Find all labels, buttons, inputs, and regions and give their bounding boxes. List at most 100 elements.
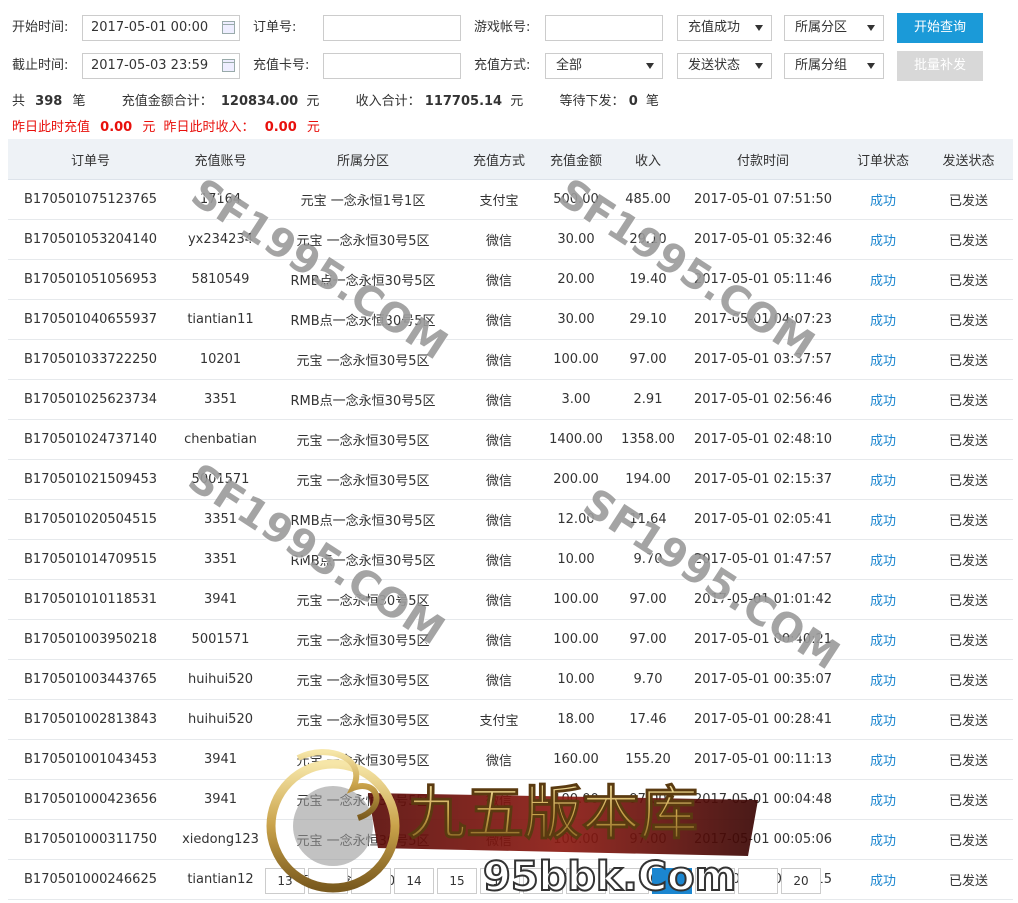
pay-time-cell: 2017-05-01 02:56:46 xyxy=(684,379,842,420)
batch-resend-button[interactable]: 批量补发 xyxy=(897,51,983,81)
page-button[interactable] xyxy=(652,868,692,894)
order-status-link[interactable]: 成功 xyxy=(842,539,924,580)
send-status-cell: 已发送 xyxy=(924,819,1013,860)
send-status-cell: 已发送 xyxy=(924,659,1013,700)
order-status-link[interactable]: 成功 xyxy=(842,499,924,540)
order-number-cell: B170501000311750 xyxy=(8,819,173,860)
column-header: 所属分区 xyxy=(268,139,458,180)
amount-cell: 100.00 xyxy=(540,819,612,860)
order-status-link[interactable]: 成功 xyxy=(842,579,924,620)
start-time-input[interactable]: 2017-05-01 00:00 xyxy=(82,15,240,41)
send-status-cell: 已发送 xyxy=(924,499,1013,540)
income-cell: 97.00 xyxy=(612,819,684,860)
game-account-label: 游戏帐号: xyxy=(474,20,531,35)
card-number-input[interactable] xyxy=(323,53,461,79)
recharge-status-select[interactable]: 充值成功 xyxy=(677,15,772,41)
income-cell: 97.00 xyxy=(612,619,684,660)
income-cell: 19.40 xyxy=(612,259,684,300)
send-status-value: 发送状态 xyxy=(688,58,741,73)
page-button[interactable] xyxy=(738,868,778,894)
order-status-link[interactable]: 成功 xyxy=(842,859,924,900)
order-status-link[interactable]: 成功 xyxy=(842,659,924,700)
pay-time-cell: 2017-05-01 02:05:41 xyxy=(684,499,842,540)
account-cell: 10201 xyxy=(173,339,268,380)
income-unit: 元 xyxy=(510,94,524,109)
amount-cell: 30.00 xyxy=(540,299,612,340)
table-header-row: 订单号 充值账号 所属分区 充值方式 充值金额 收入 付款时间 订单状态 发送状态 xyxy=(8,139,1013,180)
page-button[interactable] xyxy=(566,868,606,894)
order-number-label: 订单号: xyxy=(253,20,297,35)
table-body: B170501075123765 17164 元宝 一念永恒1号1区 支付宝 500.0… xyxy=(8,179,1013,900)
zone-select[interactable]: 所属分区 xyxy=(784,15,884,41)
end-time-value: 2017-05-03 23:59 xyxy=(91,58,209,73)
send-status-cell: 已发送 xyxy=(924,419,1013,460)
order-status-link[interactable]: 成功 xyxy=(842,459,924,500)
order-status-link[interactable]: 成功 xyxy=(842,339,924,380)
account-cell: 17164 xyxy=(173,179,268,220)
order-status-link[interactable]: 成功 xyxy=(842,299,924,340)
order-number-cell: B170501000246625 xyxy=(8,859,173,900)
column-header: 充值金额 xyxy=(540,139,612,180)
order-status-link[interactable]: 成功 xyxy=(842,819,924,860)
payment-method-select[interactable]: 全部 xyxy=(545,53,663,79)
account-cell: huihui520 xyxy=(173,699,268,740)
table-row: B170501014709515 3351 RMB点一念永恒30号5区 微信 10.00… xyxy=(8,539,1013,580)
method-cell: 微信 xyxy=(458,219,540,260)
chevron-down-icon xyxy=(646,63,654,69)
calendar-icon[interactable] xyxy=(222,21,235,34)
order-status-link[interactable]: 成功 xyxy=(842,619,924,660)
order-number-cell: B170501003950218 xyxy=(8,619,173,660)
amount-value: 120834.00 xyxy=(220,94,299,109)
send-status-cell: 已发送 xyxy=(924,579,1013,620)
method-cell: 微信 xyxy=(458,459,540,500)
order-number-cell: B170501053204140 xyxy=(8,219,173,260)
pay-time-cell: 2017-05-01 01:47:57 xyxy=(684,539,842,580)
page-button[interactable] xyxy=(308,868,348,894)
zone-cell: 元宝 一念永恒30号5区 xyxy=(268,579,458,620)
income-cell: 29.10 xyxy=(612,299,684,340)
game-account-input[interactable] xyxy=(545,15,663,41)
order-status-link[interactable]: 成功 xyxy=(842,179,924,220)
amount-cell: 100.00 xyxy=(540,619,612,660)
pay-time-cell: 2017-05-01 01:01:42 xyxy=(684,579,842,620)
page-button[interactable]: 13 xyxy=(265,868,305,894)
order-status-link[interactable]: 成功 xyxy=(842,779,924,820)
page-button[interactable]: 15 xyxy=(437,868,477,894)
order-status-link[interactable]: 成功 xyxy=(842,379,924,420)
end-time-label: 截止时间: xyxy=(12,58,69,73)
zone-cell: 元宝 一念永恒30号5区 xyxy=(268,739,458,780)
table-row: B170501053204140 yx234234 元宝 一念永恒30号5区 微信 30… xyxy=(8,219,1013,260)
amount-cell: 10.00 xyxy=(540,539,612,580)
column-header: 付款时间 xyxy=(684,139,842,180)
method-cell: 微信 xyxy=(458,659,540,700)
page-button[interactable] xyxy=(609,868,649,894)
pay-time-cell: 2017-05-01 04:07:23 xyxy=(684,299,842,340)
zone-cell: 元宝 一念永恒30号5区 xyxy=(268,219,458,260)
income-cell: 1358.00 xyxy=(612,419,684,460)
table-row: B170501051056953 5810549 RMB点一念永恒30号5区 微信 20… xyxy=(8,259,1013,300)
order-status-link[interactable]: 成功 xyxy=(842,259,924,300)
zone-cell: RMB点一念永恒30号5区 xyxy=(268,379,458,420)
page-button[interactable] xyxy=(523,868,563,894)
page-button[interactable] xyxy=(695,868,735,894)
order-status-link[interactable]: 成功 xyxy=(842,739,924,780)
order-status-link[interactable]: 成功 xyxy=(842,699,924,740)
order-number-cell: B170501000423656 xyxy=(8,779,173,820)
end-time-input[interactable]: 2017-05-03 23:59 xyxy=(82,53,240,79)
send-status-select[interactable]: 发送状态 xyxy=(677,53,772,79)
order-status-link[interactable]: 成功 xyxy=(842,219,924,260)
calendar-icon[interactable] xyxy=(222,59,235,72)
page-button[interactable] xyxy=(351,868,391,894)
income-cell: 97.00 xyxy=(612,339,684,380)
method-cell: 支付宝 xyxy=(458,179,540,220)
income-cell: 194.00 xyxy=(612,459,684,500)
page-button[interactable]: 14 xyxy=(394,868,434,894)
page-button[interactable]: 16 xyxy=(480,868,520,894)
order-status-link[interactable]: 成功 xyxy=(842,419,924,460)
order-number-input[interactable] xyxy=(323,15,461,41)
start-query-button[interactable]: 开始查询 xyxy=(897,13,983,43)
order-number-cell: B170501033722250 xyxy=(8,339,173,380)
page-button[interactable]: 20 xyxy=(781,868,821,894)
group-select[interactable]: 所属分组 xyxy=(784,53,884,79)
account-cell: 3941 xyxy=(173,739,268,780)
